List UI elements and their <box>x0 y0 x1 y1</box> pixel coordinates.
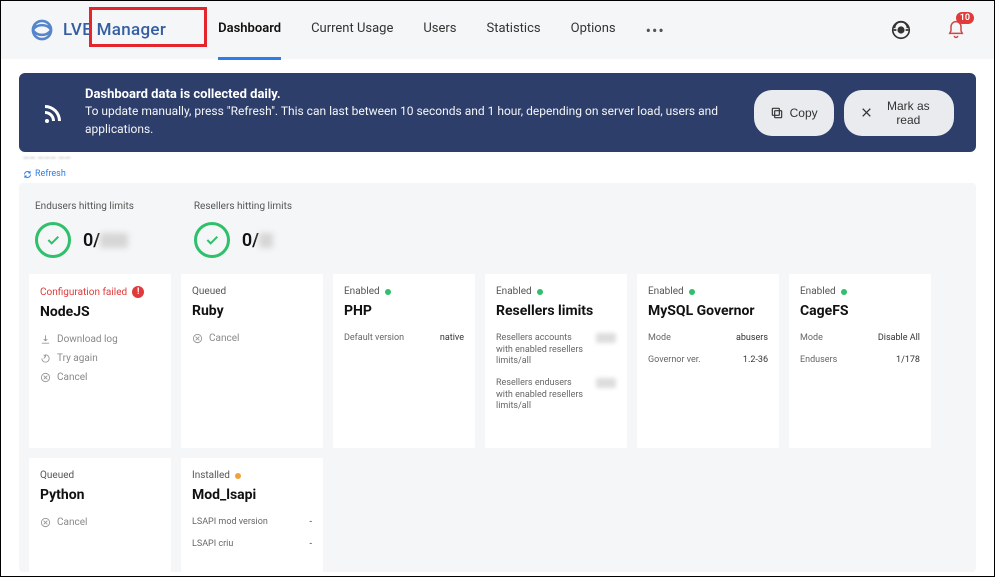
refresh-link[interactable]: Refresh <box>23 169 994 179</box>
mark-read-label: Mark as read <box>879 99 938 127</box>
blurred-subtext: —— ——— —— <box>23 154 994 163</box>
status-dot-icon <box>689 289 695 295</box>
card-title: NodeJS <box>40 304 160 320</box>
status-queued: Queued <box>40 470 160 481</box>
topbar-icons: 10 <box>890 19 966 41</box>
alert-icon: ! <box>132 286 144 298</box>
card-resellers-limits: Enabled Resellers limits Resellers accou… <box>485 274 627 448</box>
endusers-value: 0/ <box>83 230 128 251</box>
try-again-action[interactable]: Try again <box>40 353 160 364</box>
endusers-row: Endusers1/178 <box>800 355 920 367</box>
governor-ver-row: Governor ver.1.2-36 <box>648 355 768 367</box>
brand-text: LVE Manager <box>63 20 166 40</box>
card-cagefs: Enabled CageFS ModeDisable All Endusers1… <box>789 274 931 448</box>
nav-statistics[interactable]: Statistics <box>487 1 541 60</box>
status-enabled: Enabled <box>800 286 920 297</box>
cards-row-1: Configuration failed! NodeJS Download lo… <box>29 274 966 448</box>
card-mod-lsapi: Installed Mod_lsapi LSAPI mod version- L… <box>181 458 323 572</box>
cancel-action[interactable]: Cancel <box>40 372 160 383</box>
cancel-action[interactable]: Cancel <box>40 517 160 528</box>
status-enabled: Enabled <box>344 286 464 297</box>
card-mysql-governor: Enabled MySQL Governor Modeabusers Gover… <box>637 274 779 448</box>
nav-more[interactable]: ••• <box>646 1 665 60</box>
nav-users[interactable]: Users <box>423 1 456 60</box>
status-dot-icon <box>385 289 391 295</box>
status-enabled: Enabled <box>496 286 616 297</box>
close-icon <box>860 106 873 119</box>
content-panel: Endusers hitting limits 0/ Resellers hit… <box>19 183 976 572</box>
cards-row-2: Queued Python Cancel Installed Mod_lsapi… <box>29 458 966 572</box>
nav-current-usage[interactable]: Current Usage <box>311 1 393 60</box>
brand-area: LVE Manager <box>29 17 166 43</box>
info-banner: Dashboard data is collected daily. To up… <box>19 73 976 152</box>
copy-button[interactable]: Copy <box>754 90 834 136</box>
card-title: MySQL Governor <box>648 303 768 319</box>
lsapi-criu-row: LSAPI criu- <box>192 539 312 551</box>
check-icon <box>194 222 230 258</box>
card-ruby: Queued Ruby Cancel <box>181 274 323 448</box>
refresh-label: Refresh <box>35 169 66 179</box>
banner-content: Dashboard data is collected daily. To up… <box>85 87 754 138</box>
nav-dashboard[interactable]: Dashboard <box>218 1 281 60</box>
check-icon <box>35 222 71 258</box>
card-title: CageFS <box>800 303 920 319</box>
status-dot-icon <box>235 473 241 479</box>
copy-label: Copy <box>790 106 818 120</box>
card-title: Python <box>40 487 160 503</box>
resellers-accounts-row: Resellers accounts with enabled reseller… <box>496 333 616 368</box>
download-log-action[interactable]: Download log <box>40 334 160 345</box>
endusers-limit: Endusers hitting limits 0/ <box>35 201 134 258</box>
card-title: PHP <box>344 303 464 319</box>
status-dot-icon <box>841 289 847 295</box>
resellers-value: 0/ <box>242 230 273 251</box>
notification-count: 10 <box>956 12 974 24</box>
status-queued: Queued <box>192 286 312 297</box>
rss-icon <box>41 101 65 125</box>
refresh-icon <box>23 170 32 179</box>
resellers-label: Resellers hitting limits <box>194 201 292 212</box>
main-nav: Dashboard Current Usage Users Statistics… <box>218 1 665 60</box>
card-nodejs: Configuration failed! NodeJS Download lo… <box>29 274 171 448</box>
cancel-icon <box>40 517 51 528</box>
mode-row: Modeabusers <box>648 333 768 345</box>
support-icon[interactable] <box>890 19 912 41</box>
resellers-limit: Resellers hitting limits 0/ <box>194 201 292 258</box>
cancel-action[interactable]: Cancel <box>192 333 312 344</box>
banner-text: To update manually, press "Refresh". Thi… <box>85 102 754 138</box>
retry-icon <box>40 353 51 364</box>
limits-row: Endusers hitting limits 0/ Resellers hit… <box>29 197 966 274</box>
banner-title: Dashboard data is collected daily. <box>85 87 754 102</box>
nav-options[interactable]: Options <box>571 1 616 60</box>
cancel-icon <box>192 333 203 344</box>
download-icon <box>40 334 51 345</box>
banner-actions: Copy Mark as read <box>754 90 954 136</box>
mark-read-button[interactable]: Mark as read <box>844 90 954 136</box>
brand-logo-icon <box>29 17 55 43</box>
status-installed: Installed <box>192 470 312 481</box>
card-title: Ruby <box>192 303 312 319</box>
copy-icon <box>770 106 784 120</box>
default-version-row: Default versionnative <box>344 333 464 345</box>
status-failed: Configuration failed! <box>40 286 160 298</box>
status-dot-icon <box>537 289 543 295</box>
notifications-icon[interactable]: 10 <box>946 20 966 40</box>
card-php: Enabled PHP Default versionnative <box>333 274 475 448</box>
resellers-endusers-row: Resellers endusers with enabled reseller… <box>496 378 616 413</box>
status-enabled: Enabled <box>648 286 768 297</box>
card-python: Queued Python Cancel <box>29 458 171 572</box>
mode-row: ModeDisable All <box>800 333 920 345</box>
card-title: Resellers limits <box>496 303 616 319</box>
cancel-icon <box>40 372 51 383</box>
topbar: LVE Manager Dashboard Current Usage User… <box>1 1 994 59</box>
card-title: Mod_lsapi <box>192 487 312 503</box>
lsapi-mod-version-row: LSAPI mod version- <box>192 517 312 529</box>
endusers-label: Endusers hitting limits <box>35 201 134 212</box>
